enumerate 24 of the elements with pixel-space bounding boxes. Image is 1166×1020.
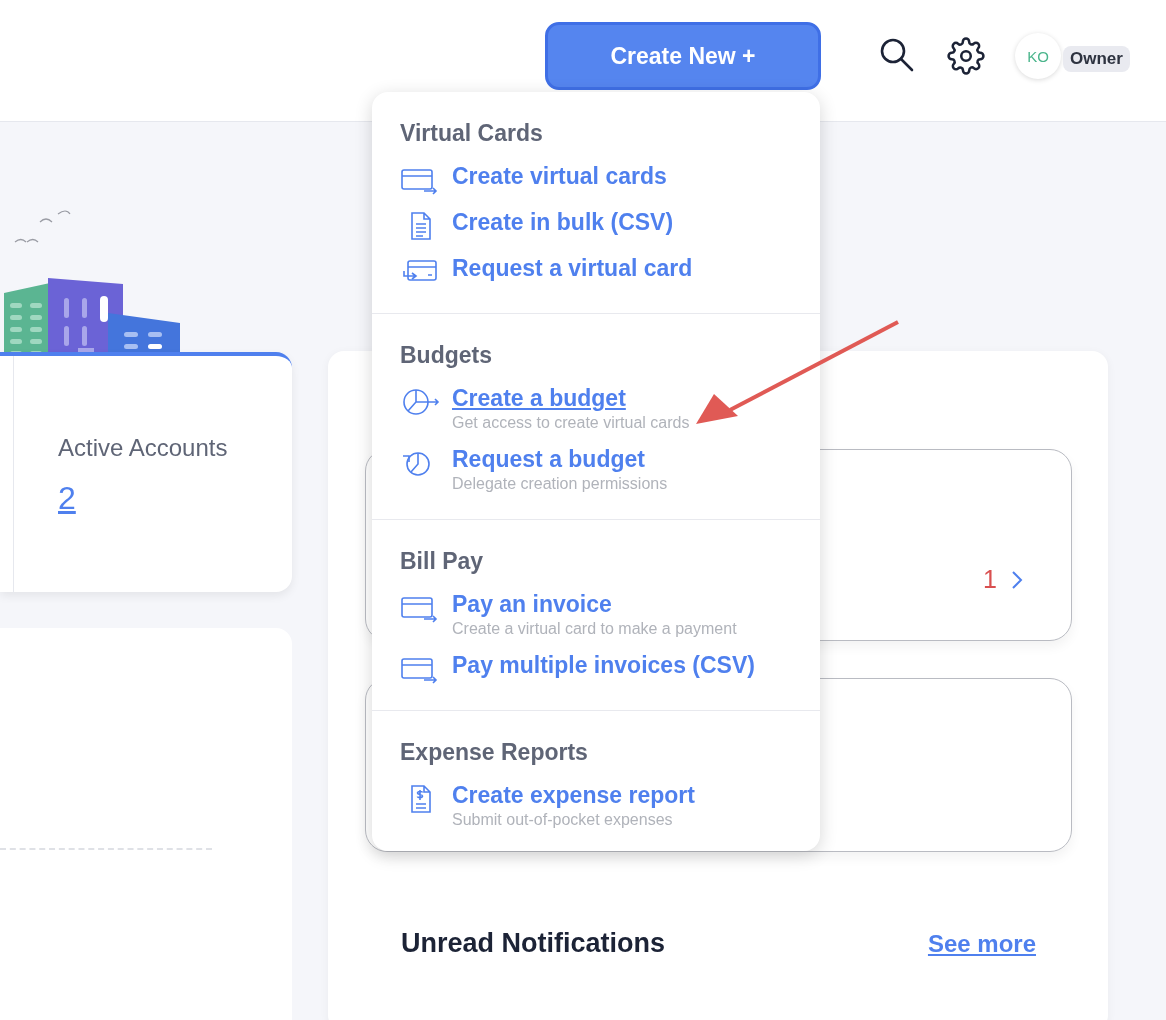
- menu-heading: Bill Pay: [400, 548, 485, 575]
- see-more-link[interactable]: See more: [927, 929, 1036, 958]
- menu-item[interactable]: Pay multiple invoices (CSV): [400, 652, 820, 684]
- role-badge: Owner: [1063, 46, 1130, 72]
- pie-chart-icon: [400, 387, 440, 417]
- menu-heading: Budgets: [400, 342, 493, 369]
- menu-item[interactable]: Create virtual cards: [400, 163, 820, 195]
- menu-heading: Virtual Cards: [400, 120, 544, 147]
- create-new-button[interactable]: Create New +: [545, 22, 821, 90]
- stat-label: Active Accounts: [58, 434, 228, 462]
- menu-heading: Expense Reports: [400, 739, 589, 766]
- menu-item[interactable]: Request a virtual card: [400, 255, 820, 287]
- chevron-right-icon[interactable]: [1011, 569, 1023, 590]
- menu-item[interactable]: Create in bulk (CSV): [400, 209, 820, 241]
- user-avatar[interactable]: KO: [1015, 33, 1061, 79]
- menu-item[interactable]: Request a budget Delegate creation permissions: [400, 446, 820, 493]
- count-text: 1: [983, 565, 997, 594]
- menu-item[interactable]: Pay an invoice Create a virtual card to make a payment: [400, 591, 820, 638]
- search-icon[interactable]: [879, 37, 915, 73]
- stat-value-link[interactable]: 2: [58, 480, 228, 517]
- settings-icon[interactable]: [947, 37, 985, 75]
- menu-item[interactable]: Create a budget Get access to create virtual cards: [400, 385, 820, 432]
- section-title: Unread Notifications: [401, 928, 666, 959]
- menu-item[interactable]: Create expense report Submit out-of-pocket expenses: [400, 782, 820, 829]
